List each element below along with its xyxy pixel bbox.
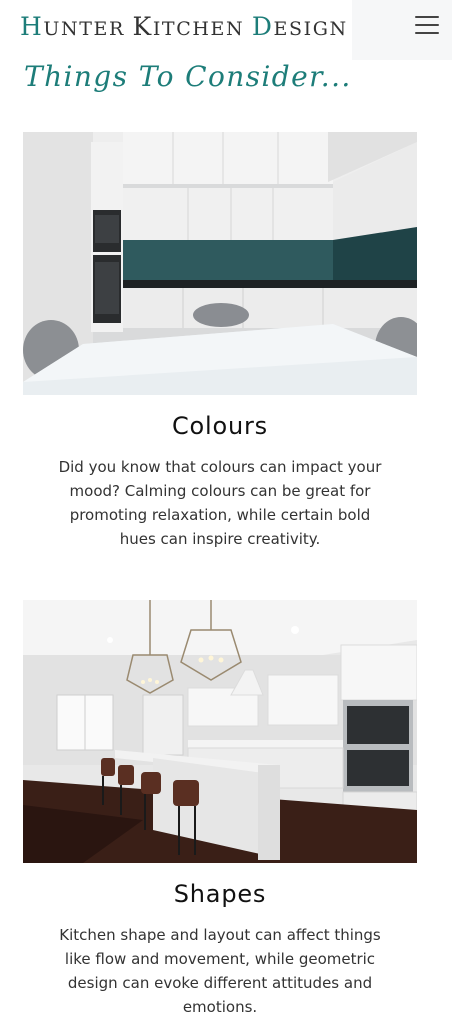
brand-word-design: ESIGN	[273, 18, 348, 40]
colours-kitchen-image	[23, 132, 417, 395]
section-title: Things To Consider...	[24, 60, 352, 93]
site-header: HUNTER KITCHEN DESIGN	[0, 0, 452, 62]
brand-initial-k: K	[132, 12, 153, 41]
shapes-description: Kitchen shape and layout can affect thin…	[59, 926, 381, 1016]
brand-logo[interactable]: HUNTER KITCHEN DESIGN	[20, 11, 348, 43]
hamburger-menu-icon[interactable]	[415, 14, 441, 36]
brand-initial-h: H	[20, 12, 44, 41]
shapes-heading: Shapes	[173, 880, 267, 908]
brand-word-kitchen: ITCHEN	[152, 18, 252, 40]
brand-word-hunter: UNTER	[43, 18, 133, 40]
colours-description: Did you know that colours can impact you…	[58, 458, 382, 548]
menu-toggle-area	[352, 0, 452, 60]
shapes-kitchen-image	[23, 600, 417, 863]
brand-initial-d: D	[251, 12, 274, 41]
colours-heading: Colours	[172, 412, 268, 440]
